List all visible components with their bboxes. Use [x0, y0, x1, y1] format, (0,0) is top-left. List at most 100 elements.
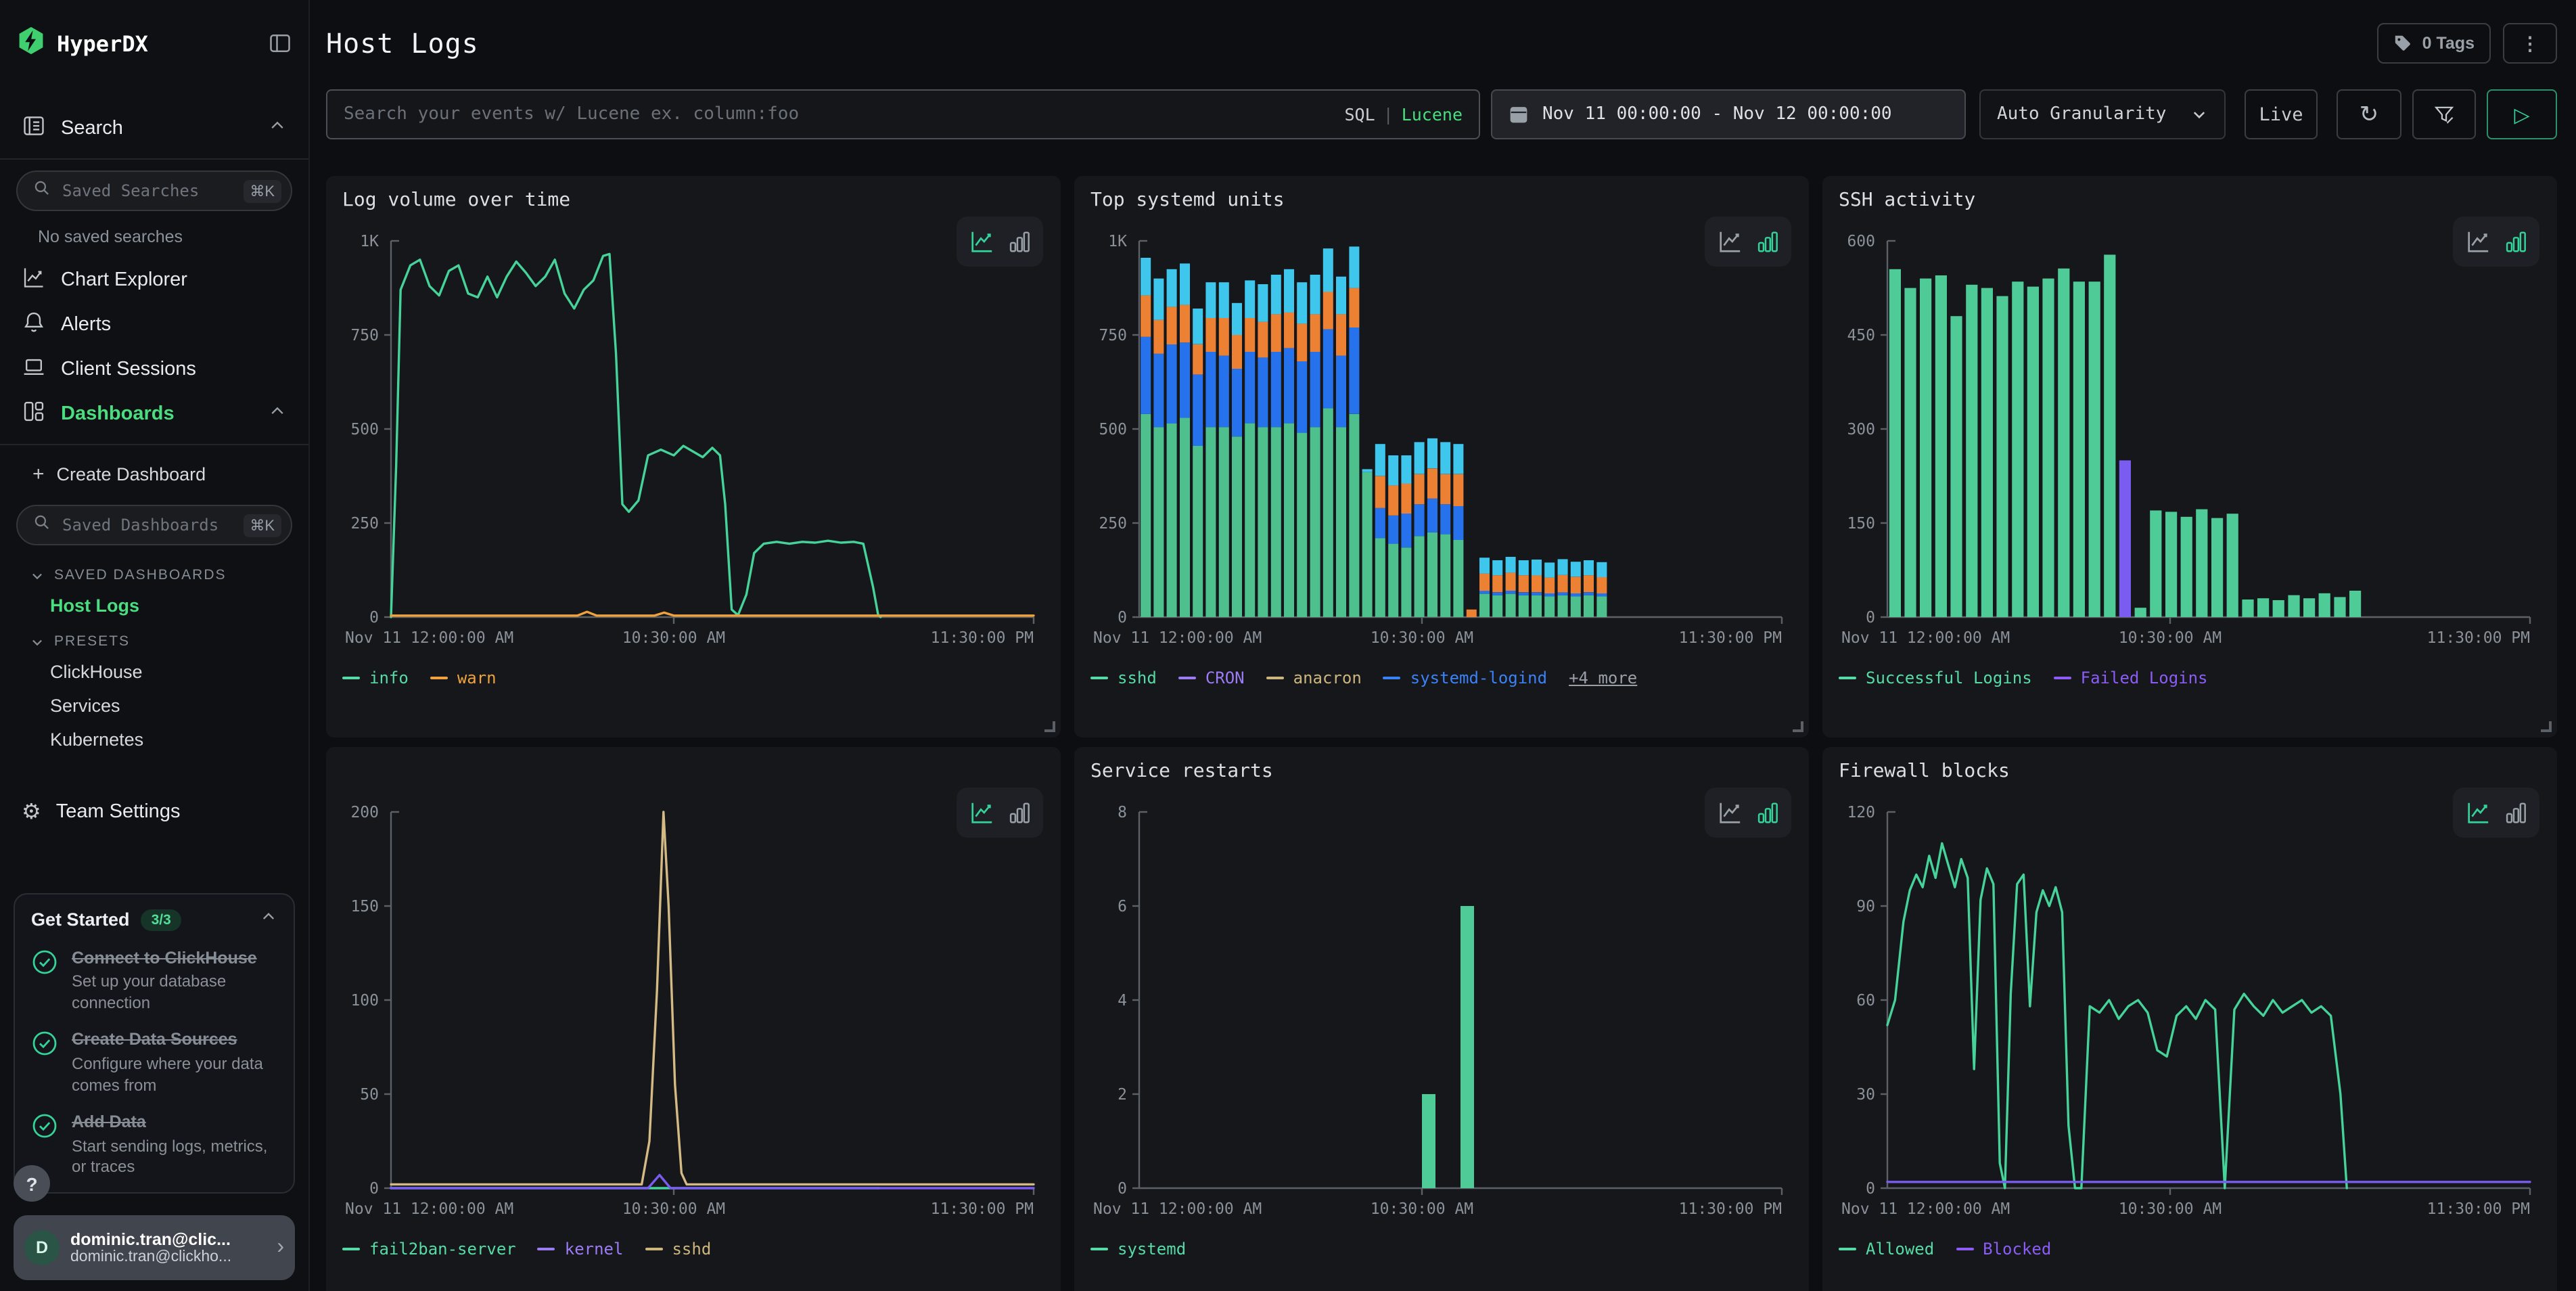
- chart-plot[interactable]: 02505007501KNov 11 12:00:00 AM10:30:00 A…: [342, 225, 1044, 652]
- tags-button[interactable]: 0 Tags: [2378, 23, 2491, 64]
- create-dashboard-button[interactable]: + Create Dashboard: [14, 453, 295, 494]
- live-button[interactable]: Live: [2245, 89, 2318, 139]
- resize-handle[interactable]: [1044, 721, 1055, 732]
- bar-chart-icon[interactable]: [2502, 229, 2528, 254]
- sql-toggle[interactable]: SQL: [1344, 104, 1375, 124]
- line-chart-icon[interactable]: [968, 800, 994, 825]
- legend-item[interactable]: systemd-logind: [1383, 669, 1547, 687]
- bar-chart-icon[interactable]: [1006, 229, 1032, 254]
- svg-text:Nov 11 12:00:00 AM: Nov 11 12:00:00 AM: [345, 1200, 513, 1218]
- legend-item[interactable]: Successful Logins: [1839, 669, 2032, 687]
- svg-text:750: 750: [350, 327, 379, 344]
- svg-text:50: 50: [360, 1086, 379, 1104]
- chart-title: Top systemd units: [1090, 189, 1793, 219]
- chart-view-toggle[interactable]: [1705, 217, 1791, 267]
- legend-more-link[interactable]: +4 more: [1569, 669, 1637, 687]
- sidebar-item-label: Team Settings: [56, 800, 287, 822]
- chart-view-toggle[interactable]: [957, 788, 1043, 838]
- svg-text:600: 600: [1847, 233, 1875, 250]
- svg-text:30: 30: [1856, 1086, 1875, 1104]
- legend-dash-icon: [2054, 677, 2071, 679]
- line-chart-icon[interactable]: [2464, 229, 2490, 254]
- sidebar-item-search[interactable]: Search: [14, 106, 295, 150]
- calendar-icon: [1509, 104, 1529, 124]
- get-started-step[interactable]: Connect to ClickHouse Set up your databa…: [31, 948, 277, 1014]
- line-chart-icon[interactable]: [2464, 800, 2490, 825]
- search-placeholder: Search your events w/ Lucene ex. column:…: [344, 104, 1331, 124]
- collapse-sidebar-button[interactable]: [268, 31, 292, 55]
- line-chart-icon[interactable]: [1716, 229, 1742, 254]
- lucene-toggle[interactable]: Lucene: [1402, 104, 1463, 124]
- get-started-step[interactable]: Create Data Sources Configure where your…: [31, 1030, 277, 1097]
- saved-searches-input[interactable]: Saved Searches ⌘K: [16, 171, 292, 211]
- run-query-button[interactable]: ▷: [2487, 89, 2557, 139]
- section-label: PRESETS: [54, 633, 130, 650]
- saved-searches-placeholder: Saved Searches: [62, 181, 232, 200]
- chart-plot[interactable]: 02468Nov 11 12:00:00 AM10:30:00 AM11:30:…: [1090, 796, 1793, 1223]
- legend-label: Allowed: [1866, 1240, 1934, 1259]
- legend-item[interactable]: Blocked: [1956, 1240, 2051, 1259]
- chart-view-toggle[interactable]: [2453, 788, 2539, 838]
- legend-item[interactable]: anacron: [1266, 669, 1362, 687]
- chevron-up-icon[interactable]: [260, 907, 277, 932]
- chevron-up-icon[interactable]: [268, 401, 287, 426]
- date-range-picker[interactable]: Nov 11 00:00:00 - Nov 12 00:00:00: [1491, 89, 1966, 139]
- chart-view-toggle[interactable]: [2453, 217, 2539, 267]
- event-search-input[interactable]: Search your events w/ Lucene ex. column:…: [326, 89, 1480, 139]
- line-chart-icon[interactable]: [968, 229, 994, 254]
- bar-chart-icon[interactable]: [2502, 800, 2528, 825]
- legend-dash-icon: [1839, 1248, 1856, 1250]
- sidebar-dashboard-host-logs[interactable]: Host Logs: [14, 589, 295, 622]
- section-presets[interactable]: PRESETS: [14, 622, 295, 655]
- chart-plot[interactable]: 050100150200Nov 11 12:00:00 AM10:30:00 A…: [342, 796, 1044, 1223]
- sidebar-item-alerts[interactable]: Alerts: [14, 302, 295, 346]
- legend-item[interactable]: kernel: [538, 1240, 624, 1259]
- legend-item[interactable]: warn: [430, 669, 497, 687]
- legend-item[interactable]: systemd: [1090, 1240, 1186, 1259]
- svg-text:Nov 11 12:00:00 AM: Nov 11 12:00:00 AM: [1841, 1200, 2010, 1218]
- sidebar-preset-clickhouse[interactable]: ClickHouse: [14, 655, 295, 689]
- chart-view-toggle[interactable]: [957, 217, 1043, 267]
- svg-text:8: 8: [1118, 804, 1127, 821]
- sidebar-item-team-settings[interactable]: ⚙ Team Settings: [14, 789, 295, 834]
- sidebar-item-dashboards[interactable]: Dashboards: [14, 391, 295, 436]
- svg-text:0: 0: [1866, 1180, 1875, 1198]
- chart-plot[interactable]: 02505007501KNov 11 12:00:00 AM10:30:00 A…: [1090, 225, 1793, 652]
- get-started-card: Get Started 3/3 Connect to ClickHouse Se…: [14, 892, 295, 1194]
- help-button[interactable]: ?: [14, 1165, 50, 1202]
- resize-handle[interactable]: [2541, 721, 2552, 732]
- svg-text:500: 500: [1099, 421, 1127, 438]
- filter-button[interactable]: [2412, 89, 2476, 139]
- bar-chart-icon[interactable]: [1754, 800, 1780, 825]
- refresh-button[interactable]: ↻: [2337, 89, 2401, 139]
- get-started-step[interactable]: Add Data Start sending logs, metrics, or…: [31, 1112, 277, 1179]
- chart-view-toggle[interactable]: [1705, 788, 1791, 838]
- bar-chart-icon[interactable]: [1006, 800, 1032, 825]
- legend-item[interactable]: Allowed: [1839, 1240, 1934, 1259]
- legend-item[interactable]: sshd: [645, 1240, 711, 1259]
- resize-handle[interactable]: [1793, 721, 1803, 732]
- chart-plot[interactable]: 0306090120Nov 11 12:00:00 AM10:30:00 AM1…: [1839, 796, 2541, 1223]
- legend-item[interactable]: Failed Logins: [2054, 669, 2208, 687]
- legend-item[interactable]: fail2ban-server: [342, 1240, 516, 1259]
- more-options-button[interactable]: ⋮: [2503, 23, 2557, 64]
- saved-dashboards-input[interactable]: Saved Dashboards ⌘K: [16, 505, 292, 545]
- sidebar-item-chart-explorer[interactable]: Chart Explorer: [14, 257, 295, 302]
- filter-edit-icon: [2433, 103, 2456, 126]
- svg-text:250: 250: [1099, 515, 1127, 533]
- legend-item[interactable]: CRON: [1178, 669, 1245, 687]
- bar-chart-icon[interactable]: [1754, 229, 1780, 254]
- legend-item[interactable]: sshd: [1090, 669, 1157, 687]
- line-chart-icon[interactable]: [1716, 800, 1742, 825]
- chart-plot[interactable]: 0150300450600Nov 11 12:00:00 AM10:30:00 …: [1839, 225, 2541, 652]
- legend-label: Successful Logins: [1866, 669, 2032, 687]
- chevron-up-icon[interactable]: [268, 116, 287, 140]
- sidebar-preset-kubernetes[interactable]: Kubernetes: [14, 723, 295, 756]
- sidebar-preset-services[interactable]: Services: [14, 689, 295, 723]
- granularity-select[interactable]: Auto Granularity: [1979, 89, 2226, 139]
- svg-text:120: 120: [1847, 804, 1875, 821]
- sidebar-item-client-sessions[interactable]: Client Sessions: [14, 346, 295, 391]
- legend-item[interactable]: info: [342, 669, 409, 687]
- section-saved-dashboards[interactable]: SAVED DASHBOARDS: [14, 556, 295, 589]
- user-menu[interactable]: D dominic.tran@clic... dominic.tran@clic…: [14, 1215, 295, 1280]
